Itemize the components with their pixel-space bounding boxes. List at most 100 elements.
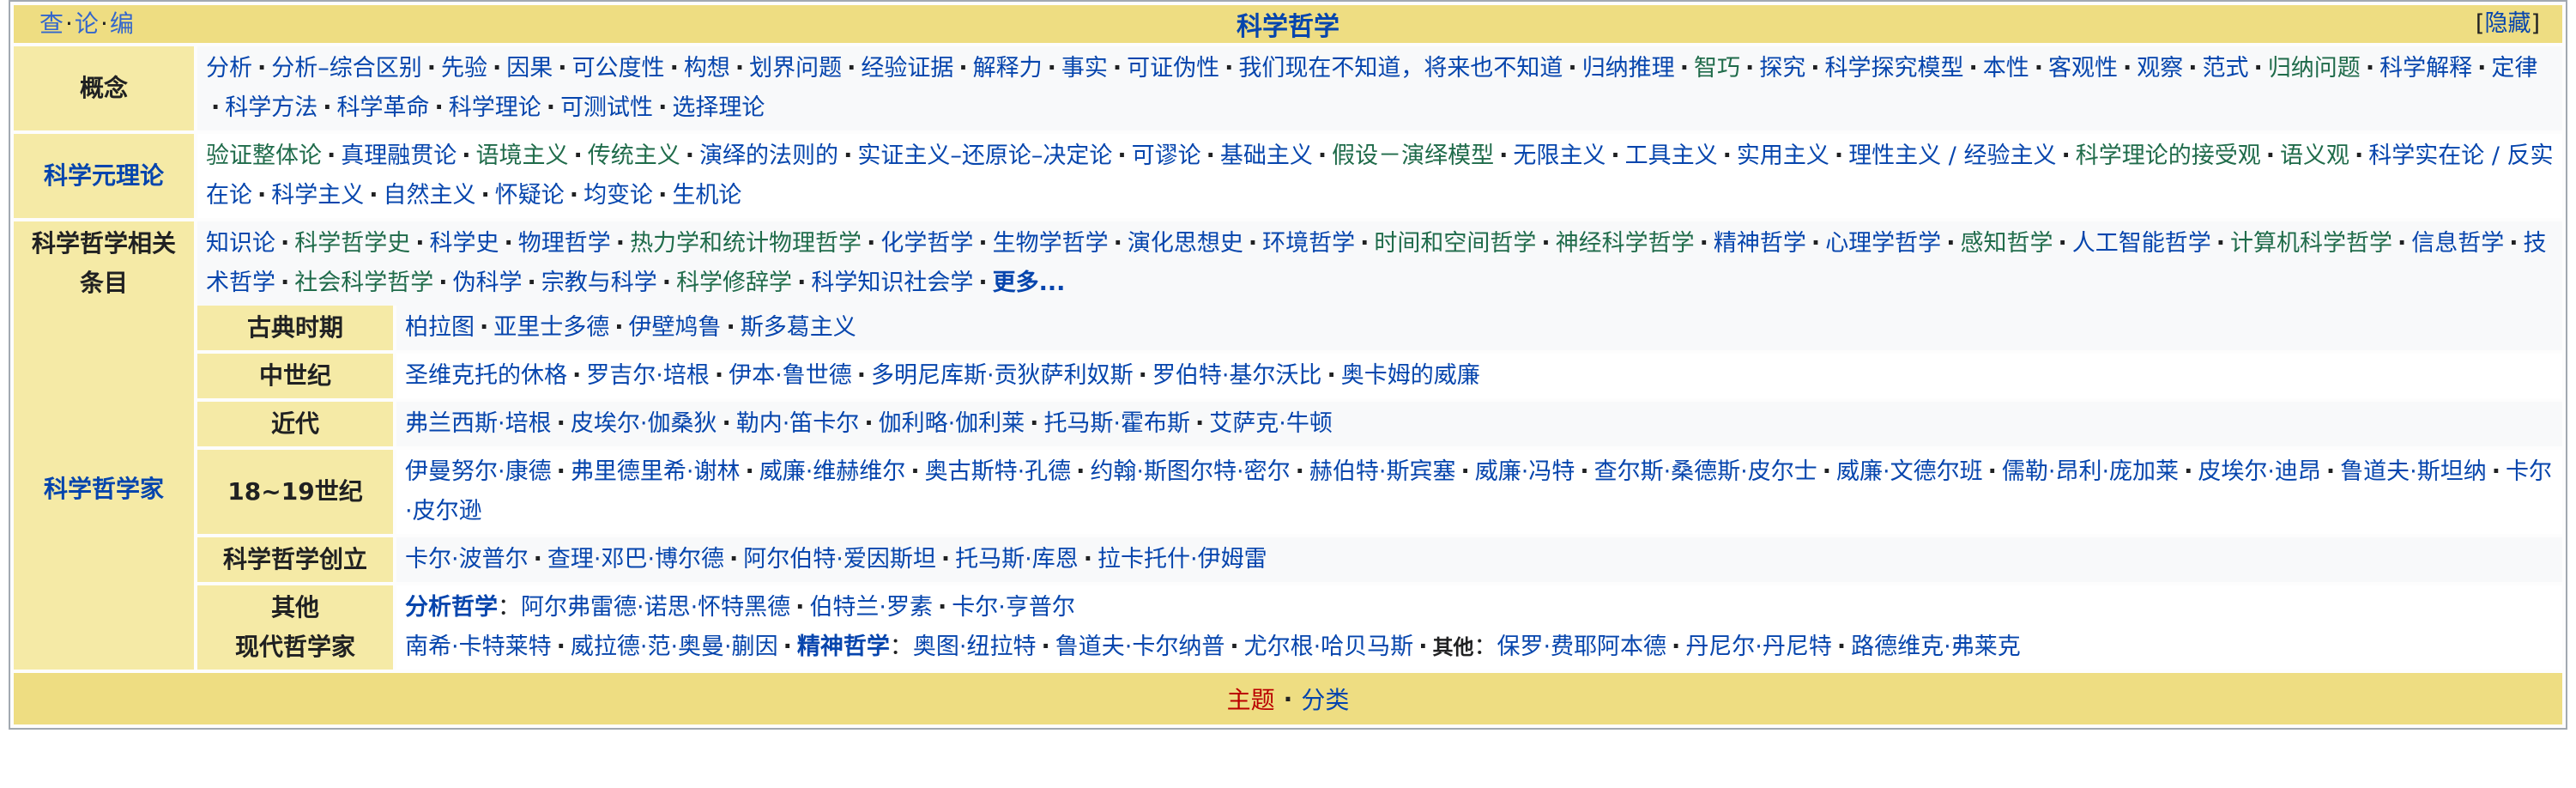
list-item-link[interactable]: 自然主义 [384, 182, 476, 209]
philosopher-link[interactable]: 艾萨克·牛顿 [1209, 410, 1333, 437]
list-item-link[interactable]: 科学哲学史 [294, 230, 410, 257]
list-item-link[interactable]: 客观性 [2048, 55, 2118, 82]
list-item-link[interactable]: 探究 [1759, 55, 1805, 82]
list-item-link[interactable]: 真理融贯论 [341, 142, 457, 169]
philosopher-link[interactable]: 勒内·笛卡尔 [736, 410, 860, 437]
philosopher-link[interactable]: 伊本·鲁世德 [729, 362, 852, 389]
list-item-link[interactable]: 基础主义 [1220, 142, 1313, 169]
philosopher-link[interactable]: 托马斯·霍布斯 [1043, 410, 1190, 437]
list-item-link[interactable]: 科学革命 [337, 94, 430, 121]
philosopher-link[interactable]: 尤尔根·哈贝马斯 [1244, 633, 1414, 660]
talk-link[interactable]: 论 [75, 9, 99, 38]
list-item-link[interactable]: 分析–综合区别 [271, 55, 422, 82]
list-item-link[interactable]: 时间和空间哲学 [1374, 230, 1536, 257]
philosopher-link[interactable]: 伊曼努尔·康德 [405, 458, 552, 485]
philosopher-link[interactable]: 威廉·文德尔班 [1836, 458, 1983, 485]
list-item-link[interactable]: 分析 [206, 55, 252, 82]
list-item-link[interactable]: 选择理论 [672, 94, 765, 121]
edit-link[interactable]: 编 [110, 9, 134, 38]
philosopher-link[interactable]: 皮埃尔·迪昂 [2198, 458, 2321, 485]
philosopher-link[interactable]: 罗伯特·基尔沃比 [1152, 362, 1322, 389]
philosopher-link[interactable]: 斯多葛主义 [741, 314, 856, 341]
list-item-link[interactable]: 物理哲学 [518, 230, 611, 257]
philosopher-link[interactable]: 威拉德·范·奥曼·蒯因 [571, 633, 778, 660]
list-item-link[interactable]: 本性 [1983, 55, 2029, 82]
philosopher-link[interactable]: 拉卡托什·伊姆雷 [1098, 546, 1267, 573]
list-item-link[interactable]: 解释力 [973, 55, 1043, 82]
list-item-link[interactable]: 科学探究模型 [1824, 55, 1963, 82]
list-item-link[interactable]: 范式 [2203, 55, 2249, 82]
list-item-link[interactable]: 事实 [1061, 55, 1108, 82]
list-item-link[interactable]: 热力学和统计物理哲学 [630, 230, 862, 257]
philosopher-link[interactable]: 亚里士多德 [493, 314, 609, 341]
list-item-link[interactable]: 归纳问题 [2268, 55, 2361, 82]
philosopher-link[interactable]: 路德维克·弗莱克 [1851, 633, 2021, 660]
list-item-link[interactable]: 经验证据 [861, 55, 953, 82]
list-item-link[interactable]: 验证整体论 [206, 142, 322, 169]
list-item-link[interactable]: 可谬论 [1132, 142, 1201, 169]
navbox-title[interactable]: 科学哲学 [1237, 5, 1339, 43]
list-item-link[interactable]: 感知哲学 [1960, 230, 2053, 257]
philosopher-link[interactable]: 保罗·费耶阿本德 [1497, 633, 1666, 660]
philosopher-link[interactable]: 丹尼尔·丹尼特 [1685, 633, 1832, 660]
philosopher-link[interactable]: 多明尼库斯·贡狄萨利奴斯 [871, 362, 1134, 389]
list-item-link[interactable]: 定律 [2491, 55, 2537, 82]
list-item-link[interactable]: 生物学哲学 [993, 230, 1109, 257]
list-item-link[interactable]: 可测试性 [560, 94, 653, 121]
list-item-link[interactable]: 实用主义 [1737, 142, 1829, 169]
philosopher-link[interactable]: 儒勒·昂利·庞加莱 [2002, 458, 2179, 485]
philosopher-link[interactable]: 查尔斯·桑德斯·皮尔士 [1594, 458, 1817, 485]
philosopher-link[interactable]: 柏拉图 [405, 314, 475, 341]
philosopher-link[interactable]: 鲁道夫·斯坦纳 [2340, 458, 2487, 485]
list-item-link[interactable]: 生机论 [672, 182, 741, 209]
group-label[interactable]: 科学元理论 [14, 134, 194, 218]
list-item-link[interactable]: 社会科学哲学 [294, 270, 433, 296]
philosophers-group-label[interactable]: 科学哲学家 [14, 306, 194, 670]
list-item-link[interactable]: 划界问题 [749, 55, 842, 82]
list-item-link[interactable]: 精神哲学 [1714, 230, 1806, 257]
list-item-link[interactable]: 环境哲学 [1262, 230, 1355, 257]
philosopher-link[interactable]: 南希·卡特莱特 [405, 633, 552, 660]
list-item-link[interactable]: 科学解释 [2379, 55, 2472, 82]
list-item-link[interactable]: 观察 [2137, 55, 2183, 82]
list-item-link[interactable]: 人工智能哲学 [2072, 230, 2211, 257]
list-item-link[interactable]: 智巧 [1694, 55, 1740, 82]
list-item-link[interactable]: 怀疑论 [495, 182, 565, 209]
philosopher-link[interactable]: 奥古斯特·孔德 [925, 458, 1072, 485]
philosopher-link[interactable]: 约翰·斯图尔特·密尔 [1090, 458, 1290, 485]
list-item-link[interactable]: 演化思想史 [1128, 230, 1243, 257]
list-item-link[interactable]: 科学方法 [225, 94, 317, 121]
list-item-link[interactable]: 假设－演绎模型 [1332, 142, 1494, 169]
philosopher-link[interactable]: 罗吉尔·培根 [586, 362, 710, 389]
list-item-link[interactable]: 科学史 [430, 230, 499, 257]
philosopher-link[interactable]: 伯特兰·罗素 [809, 594, 933, 621]
philosopher-link[interactable]: 奥图·纽拉特 [913, 633, 1037, 660]
philosophy-of-mind-heading[interactable]: 精神哲学 [797, 633, 890, 660]
analytic-philosophy-heading[interactable]: 分析哲学 [405, 594, 498, 621]
category-link[interactable]: 分类 [1301, 682, 1349, 716]
list-item-link[interactable]: 科学理论 [449, 94, 541, 121]
list-item-link[interactable]: 神经科学哲学 [1556, 230, 1695, 257]
list-item-link[interactable]: 先验 [441, 55, 487, 82]
list-item-link[interactable]: 科学知识社会学 [811, 270, 973, 296]
philosopher-link[interactable]: 弗里德里希·谢林 [571, 458, 741, 485]
list-item-link[interactable]: 均变论 [584, 182, 653, 209]
list-item-link[interactable]: 归纳推理 [1582, 55, 1675, 82]
list-item-link[interactable]: 伪科学 [453, 270, 523, 296]
philosopher-link[interactable]: 托马斯·库恩 [955, 546, 1079, 573]
list-item-link[interactable]: 语境主义 [476, 142, 569, 169]
philosopher-link[interactable]: 皮埃尔·伽桑狄 [571, 410, 717, 437]
list-item-link[interactable]: 无限主义 [1513, 142, 1605, 169]
list-item-link[interactable]: 科学修辞学 [676, 270, 792, 296]
hide-link[interactable]: 隐藏 [2484, 10, 2531, 37]
list-item-link[interactable]: 更多... [993, 270, 1066, 296]
list-item-link[interactable]: 理性主义 / 经验主义 [1848, 142, 2056, 169]
list-item-link[interactable]: 演绎的法则的 [699, 142, 838, 169]
view-link[interactable]: 查 [39, 9, 63, 38]
philosopher-link[interactable]: 威廉·维赫维尔 [759, 458, 906, 485]
list-item-link[interactable]: 信息哲学 [2411, 230, 2504, 257]
topic-link[interactable]: 主题 [1227, 682, 1275, 716]
philosopher-link[interactable]: 伊壁鸠鲁 [629, 314, 722, 341]
philosopher-link[interactable]: 鲁道夫·卡尔纳普 [1055, 633, 1225, 660]
list-item-link[interactable]: 我们现在不知道，将来也不知道 [1238, 55, 1563, 82]
